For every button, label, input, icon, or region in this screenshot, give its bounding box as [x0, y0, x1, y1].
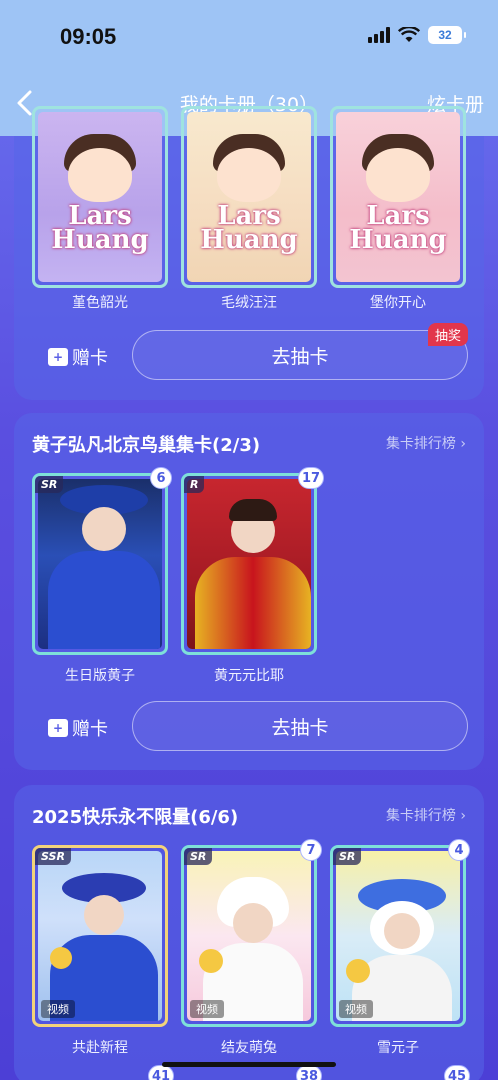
rank-link[interactable]: 集卡排行榜 › — [386, 433, 466, 453]
status-bar: 09:05 32 — [0, 0, 498, 70]
gift-card-label: 赠卡 — [72, 348, 108, 369]
face-shape — [384, 913, 420, 949]
album-section-1: Lars Huang 堇色韶光 Lars Huang 毛绒汪汪 Lars Hua… — [14, 106, 484, 400]
smiley-icon — [50, 947, 72, 969]
card-name: 堇色韶光 — [72, 295, 128, 311]
face-shape — [82, 507, 126, 551]
card-2[interactable]: Lars Huang — [181, 106, 317, 288]
tier-badge: SSR — [35, 848, 71, 865]
card-1[interactable]: SSR 视频 — [32, 845, 168, 1027]
status-icons: 32 — [368, 26, 466, 44]
album-section-3: 2025快乐永不限量(6/6) 集卡排行榜 › SSR 视频 共赴新程 SR 视… — [14, 785, 484, 1080]
count-badge: 6 — [150, 467, 172, 489]
battery-icon: 32 — [428, 26, 466, 44]
tier-badge: SR — [184, 848, 213, 865]
smiley-icon — [199, 949, 223, 973]
card-name: 生日版黄子 — [65, 668, 135, 684]
draw-card-button[interactable]: 去抽卡 — [132, 701, 468, 751]
home-indicator[interactable] — [162, 1062, 336, 1067]
count-badge: 38 — [296, 1065, 322, 1080]
card-3[interactable]: Lars Huang — [330, 106, 466, 288]
count-badge: 7 — [300, 839, 322, 861]
card-name: 堡你开心 — [370, 295, 426, 311]
hair-shape — [229, 499, 277, 521]
section-title: 黄子弘凡北京鸟巢集卡(2/3) — [32, 435, 261, 456]
smiley-icon — [346, 959, 370, 983]
count-badge: 4 — [448, 839, 470, 861]
face-shape — [233, 903, 273, 943]
card-logo: Lars Huang — [200, 201, 298, 255]
chevron-right-icon: › — [460, 808, 466, 824]
video-tag: 视频 — [190, 1000, 224, 1018]
gift-card-label: 赠卡 — [72, 719, 108, 740]
outfit-shape — [195, 557, 311, 649]
card-1[interactable]: Lars Huang — [32, 106, 168, 288]
tier-badge: SR — [333, 848, 362, 865]
count-badge: 45 — [444, 1065, 470, 1080]
tier-badge: R — [184, 476, 205, 493]
card-name: 毛绒汪汪 — [221, 295, 277, 311]
face-shape — [84, 895, 124, 935]
rank-link[interactable]: 集卡排行榜 › — [386, 805, 466, 825]
card-name: 共赴新程 — [72, 1040, 128, 1056]
card-2[interactable]: R — [181, 473, 317, 655]
draw-card-button[interactable]: 去抽卡 — [132, 330, 468, 380]
card-1[interactable]: SR — [32, 473, 168, 655]
rank-link-label: 集卡排行榜 — [385, 808, 456, 824]
count-badge: 41 — [148, 1065, 174, 1080]
card-name: 结友萌兔 — [221, 1040, 277, 1056]
status-time: 09:05 — [60, 24, 117, 49]
album-section-2: 黄子弘凡北京鸟巢集卡(2/3) 集卡排行榜 › SR 6 生日版黄子 R 17 … — [14, 413, 484, 770]
card-name: 黄元元比耶 — [214, 668, 284, 684]
gift-card-icon: + — [48, 719, 68, 737]
lottery-badge[interactable]: 抽奖 — [427, 323, 468, 346]
section-title: 2025快乐永不限量(6/6) — [32, 807, 239, 828]
gift-card-button[interactable]: + 赠卡 — [48, 344, 108, 370]
card-logo: Lars Huang — [51, 201, 149, 255]
gift-card-icon: + — [48, 348, 68, 366]
card-name: 雪元子 — [377, 1040, 419, 1056]
video-tag: 视频 — [339, 1000, 373, 1018]
outfit-shape — [48, 551, 160, 649]
count-badge: 17 — [298, 467, 324, 489]
card-2[interactable]: SR 视频 — [181, 845, 317, 1027]
gift-card-button[interactable]: + 赠卡 — [48, 715, 108, 741]
rank-link-label: 集卡排行榜 — [385, 436, 456, 452]
card-logo: Lars Huang — [349, 201, 447, 255]
wifi-icon — [398, 27, 420, 42]
tier-badge: SR — [35, 476, 64, 493]
signal-icon — [368, 27, 390, 43]
video-tag: 视频 — [41, 1000, 75, 1018]
card-3[interactable]: SR 视频 — [330, 845, 466, 1027]
chevron-right-icon: › — [460, 436, 466, 452]
